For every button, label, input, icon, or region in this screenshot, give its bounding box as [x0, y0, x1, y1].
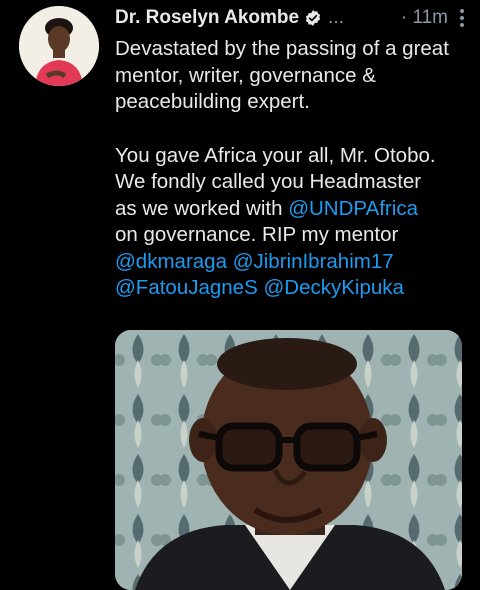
tweet-line: as we worked with [115, 196, 289, 220]
tweet-paragraph-1: Devastated by the passing of a great men… [115, 37, 449, 113]
verified-badge-icon [304, 9, 322, 27]
name-truncation: ... [328, 7, 344, 28]
more-vertical-icon[interactable] [460, 8, 466, 28]
tweet-line: You gave Africa your all, Mr. Otobo. [115, 143, 436, 167]
mention-link[interactable]: @DeckyKipuka [263, 276, 403, 299]
mention-link[interactable]: @UNDPAfrica [288, 197, 418, 220]
tweet-line: on governance. RIP my mentor [115, 223, 399, 246]
timestamp-value: 11m [412, 7, 448, 28]
tweet-paragraph-2: You gave Africa your all, Mr. Otobo. We … [115, 143, 465, 302]
mention-link[interactable]: @JibrinIbrahim17 [233, 250, 394, 273]
tweet-text: Devastated by the passing of a great men… [115, 36, 465, 302]
author-name[interactable]: Dr. Roselyn Akombe [115, 7, 299, 29]
tweet-header: Dr. Roselyn Akombe ... · 11m [115, 6, 466, 30]
tweet-photo[interactable] [115, 330, 462, 590]
author-avatar[interactable] [19, 6, 99, 86]
mention-link[interactable]: @FatouJagneS [115, 276, 258, 299]
tweet-line: We fondly called you Headmaster [115, 170, 422, 193]
mention-link[interactable]: @dkmaraga [115, 250, 227, 273]
timestamp[interactable]: · 11m [401, 7, 448, 29]
